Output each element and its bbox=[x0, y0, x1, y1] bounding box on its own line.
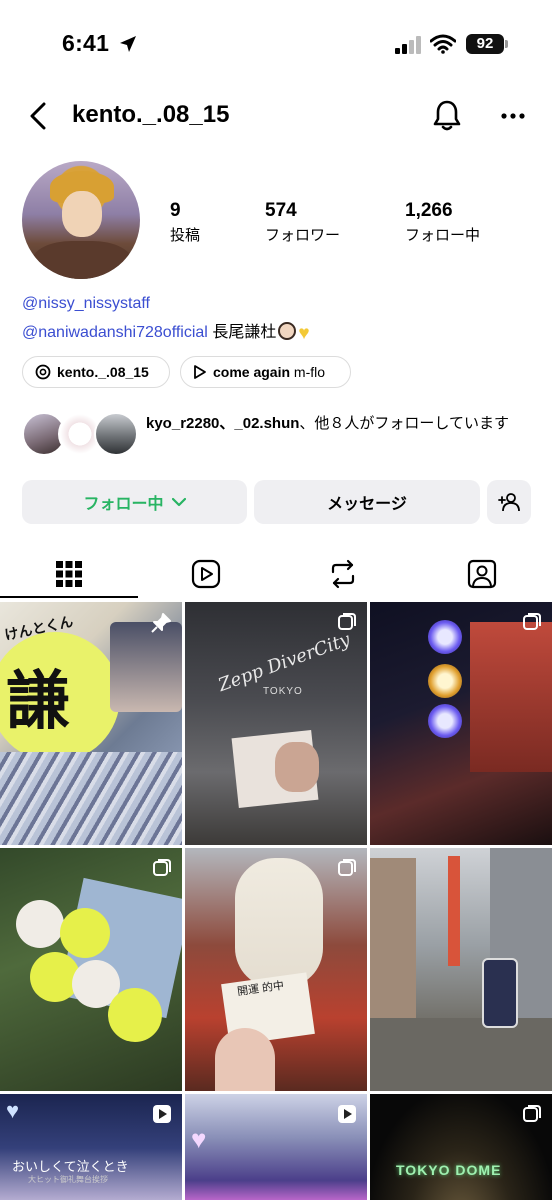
grid-post-9[interactable]: TOKYO DOME bbox=[370, 1094, 552, 1200]
following-button[interactable]: フォロー中 bbox=[22, 480, 247, 524]
threads-chip-label: kento._.08_15 bbox=[57, 364, 149, 380]
reel-play-icon bbox=[153, 1105, 171, 1123]
stat-posts-value: 9 bbox=[170, 200, 181, 221]
mutual-followers-names: kyo_r2280、_02.shun bbox=[146, 415, 300, 432]
carousel-icon bbox=[523, 613, 541, 630]
carousel-icon bbox=[338, 613, 356, 630]
add-person-icon bbox=[498, 493, 520, 512]
yellow-heart-icon: ♥ bbox=[298, 323, 310, 344]
suggest-people-button[interactable] bbox=[487, 480, 531, 524]
tab-grid[interactable] bbox=[49, 554, 89, 594]
grid-post-7[interactable]: おいしくて泣くとき 大ヒット御礼舞台挨拶 ♥ bbox=[0, 1094, 182, 1200]
following-button-label: フォロー中 bbox=[83, 496, 164, 513]
wifi-icon bbox=[430, 34, 456, 54]
grid-icon bbox=[56, 561, 82, 587]
stat-following-label: フォロー中 bbox=[405, 227, 481, 244]
bio-mention[interactable]: @naniwadanshi728official bbox=[22, 324, 208, 341]
pin-icon bbox=[151, 613, 171, 633]
post-4-uchiwa-1 bbox=[60, 908, 110, 958]
reels-icon bbox=[191, 559, 221, 589]
post-7-sub: 大ヒット御礼舞台挨拶 bbox=[28, 1175, 108, 1184]
post-1-ribbons-shape bbox=[0, 752, 182, 845]
profile-username: kento._.08_15 bbox=[72, 101, 230, 128]
post-4-uchiwa-3 bbox=[108, 988, 162, 1042]
cellular-signal-icon bbox=[395, 36, 421, 54]
post-3-penlight-2 bbox=[428, 664, 462, 698]
post-1-photo-shape bbox=[110, 622, 182, 712]
stat-followers-value: 574 bbox=[265, 200, 297, 221]
chevron-down-icon bbox=[171, 497, 186, 507]
play-icon bbox=[193, 364, 207, 380]
profile-tabs bbox=[0, 548, 552, 600]
post-3-penlight-3 bbox=[428, 704, 462, 738]
bio-line: @naniwadanshi728official 長尾謙杜 ♥ bbox=[22, 318, 310, 345]
status-time: 6:41 bbox=[62, 30, 110, 56]
grid-post-1[interactable]: 謙 けんとくん bbox=[0, 602, 182, 845]
message-button[interactable]: メッセージ bbox=[254, 480, 480, 524]
carousel-icon bbox=[153, 859, 171, 876]
mutual-followers-text[interactable]: kyo_r2280、_02.shun、他８人がフォローしています bbox=[146, 413, 536, 435]
tab-reels[interactable] bbox=[186, 554, 226, 594]
stat-followers-label: フォロワー bbox=[265, 227, 341, 244]
more-options-icon[interactable] bbox=[500, 112, 526, 120]
face-emoji-icon bbox=[278, 322, 297, 340]
message-button-label: メッセージ bbox=[327, 496, 407, 513]
profile-avatar[interactable] bbox=[22, 161, 140, 279]
mutual-followers-rest: 、他８人がフォローしています bbox=[299, 415, 509, 432]
heart-sticker-icon: ♥ bbox=[6, 1098, 20, 1123]
post-2-sign-sub: TOKYO bbox=[263, 686, 303, 697]
stat-following-value: 1,266 bbox=[405, 200, 453, 221]
repost-icon bbox=[331, 559, 355, 589]
music-chip-artist: m-flo bbox=[293, 364, 326, 380]
post-4-uchiwa-photo-1 bbox=[16, 900, 64, 948]
post-3-penlight-1 bbox=[428, 620, 462, 654]
post-2-photo-shape bbox=[275, 742, 319, 792]
battery-nub bbox=[505, 40, 508, 48]
grid-post-8[interactable]: ♥ bbox=[185, 1094, 367, 1200]
music-chip-title: come again bbox=[213, 364, 291, 380]
battery-indicator: 92 bbox=[466, 34, 504, 54]
carousel-icon bbox=[523, 1105, 541, 1122]
post-6-building-1 bbox=[370, 858, 416, 1018]
grid-post-6[interactable] bbox=[370, 848, 552, 1091]
bio-text: 長尾謙杜 bbox=[212, 324, 277, 341]
grid-post-3[interactable] bbox=[370, 602, 552, 845]
carousel-icon bbox=[338, 859, 356, 876]
bell-icon[interactable] bbox=[432, 99, 462, 131]
grid-post-5[interactable]: 開運 的中 bbox=[185, 848, 367, 1091]
post-1-kanji: 謙 bbox=[6, 665, 70, 737]
threads-icon bbox=[35, 364, 51, 380]
mutual-avatar-3 bbox=[94, 412, 138, 456]
stat-posts-label: 投稿 bbox=[170, 227, 201, 244]
stat-following[interactable]: 1,266 フォロー中 bbox=[405, 200, 480, 245]
mutual-followers-avatars[interactable] bbox=[22, 412, 142, 456]
post-7-title: おいしくて泣くとき bbox=[12, 1159, 129, 1174]
post-6-tower-shape bbox=[448, 856, 460, 966]
post-6-phone-shape bbox=[482, 958, 518, 1028]
tab-reposts[interactable] bbox=[323, 554, 363, 594]
bio-link-mention[interactable]: @nissy_nissystaff bbox=[22, 295, 150, 313]
tagged-person-icon bbox=[467, 559, 497, 589]
heart-sticker-icon: ♥ bbox=[191, 1124, 207, 1154]
music-chip[interactable]: come again m-flo bbox=[180, 356, 351, 388]
post-3-banner-shape bbox=[470, 622, 552, 772]
threads-chip[interactable]: kento._.08_15 bbox=[22, 356, 170, 388]
avatar-face-shape bbox=[62, 191, 102, 237]
back-chevron-icon[interactable] bbox=[26, 100, 50, 132]
status-bar: 6:41 92 bbox=[0, 0, 552, 80]
avatar-body-shape bbox=[32, 241, 132, 279]
tab-tagged[interactable] bbox=[462, 554, 502, 594]
grid-post-4[interactable] bbox=[0, 848, 182, 1091]
reel-play-icon bbox=[338, 1105, 356, 1123]
grid-post-2[interactable]: Zepp DiverCity TOKYO bbox=[185, 602, 367, 845]
stat-followers[interactable]: 574 フォロワー bbox=[265, 200, 340, 245]
post-5-hand-shape bbox=[215, 1028, 275, 1091]
stat-posts[interactable]: 9 投稿 bbox=[170, 200, 200, 245]
post-6-bridge-shape bbox=[370, 1018, 552, 1091]
post-9-dome-text: TOKYO DOME bbox=[396, 1162, 502, 1178]
active-tab-indicator bbox=[0, 596, 138, 598]
location-arrow-icon bbox=[120, 36, 136, 52]
post-5-lantern-shape bbox=[235, 858, 323, 988]
